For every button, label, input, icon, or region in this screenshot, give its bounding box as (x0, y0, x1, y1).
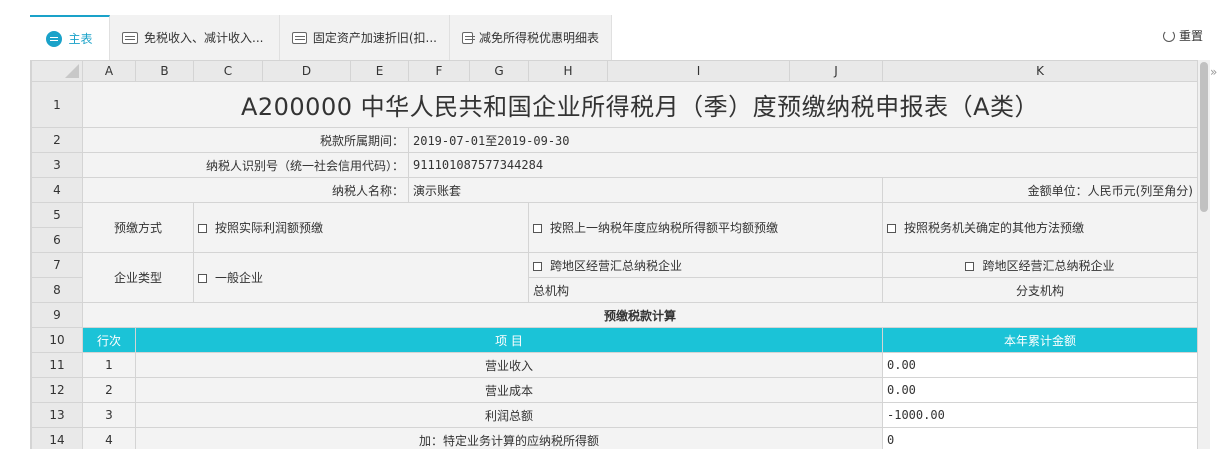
tab-main[interactable]: 主表 (30, 15, 110, 60)
table-row: 11 1 营业收入 0.00 (31, 352, 1198, 378)
amount-cell[interactable]: 0.00 (882, 352, 1198, 378)
period-value: 2019-07-01至2019-09-30 (408, 127, 1198, 153)
line-item: 营业收入 (135, 352, 883, 378)
line-number-header: 行次 (82, 327, 136, 353)
table-row: 13 3 利润总额 -1000.00 (31, 402, 1198, 428)
option-label: 按照实际利润额预缴 (215, 221, 324, 235)
line-number: 3 (82, 402, 136, 428)
sheet-icon (462, 31, 475, 44)
column-header[interactable]: C (193, 60, 263, 82)
column-header[interactable]: A (82, 60, 136, 82)
sheet-icon (46, 30, 63, 47)
sheet-tabs: 主表 免税收入、减计收入... 固定资产加速折旧(扣... 减免所得税优惠明细表 (30, 15, 612, 60)
column-header[interactable]: I (607, 60, 790, 82)
row-header[interactable]: 11 (31, 352, 83, 378)
period-label: 税款所属期间： (82, 127, 409, 153)
row-header[interactable]: 10 (31, 327, 83, 353)
checkbox[interactable] (965, 261, 975, 271)
currency-unit-label: 金额单位：人民币元(列至角分) (882, 177, 1198, 203)
sheet-icon (122, 31, 138, 44)
column-header[interactable]: G (469, 60, 529, 82)
tab-label: 减免所得税优惠明细表 (478, 31, 599, 45)
line-number: 1 (82, 352, 136, 378)
row-header[interactable]: 12 (31, 377, 83, 403)
row-header[interactable]: 3 (31, 152, 83, 178)
scrollbar-thumb[interactable] (1200, 62, 1208, 212)
option-label: 按照上一纳税年度应纳税所得额平均额预缴 (550, 221, 779, 235)
sheet-icon (292, 31, 307, 44)
row-header[interactable]: 2 (31, 127, 83, 153)
enterprise-option-branch[interactable]: 跨地区经营汇总纳税企业 (882, 252, 1198, 278)
column-header[interactable]: F (408, 60, 470, 82)
table-row: 14 4 加：特定业务计算的应纳税所得额 0 (31, 427, 1198, 449)
tab-bar: 主表 免税收入、减计收入... 固定资产加速折旧(扣... 减免所得税优惠明细表… (0, 0, 1223, 60)
row-header[interactable]: 4 (31, 177, 83, 203)
option-label: 按照税务机关确定的其他方法预缴 (904, 221, 1085, 235)
prepay-option-actual-profit[interactable]: 按照实际利润额预缴 (193, 202, 529, 253)
option-label: 跨地区经营汇总纳税企业 (550, 258, 683, 273)
row-header[interactable]: 14 (31, 427, 83, 449)
checkbox[interactable] (533, 261, 542, 271)
line-item: 加：特定业务计算的应纳税所得额 (135, 427, 883, 449)
row-header[interactable]: 9 (31, 302, 83, 328)
column-header[interactable]: E (350, 60, 409, 82)
line-item: 利润总额 (135, 402, 883, 428)
amount-header: 本年累计金额 (882, 327, 1198, 353)
reset-button[interactable]: 重置 (1162, 27, 1203, 44)
tab-label: 免税收入、减计收入... (144, 31, 264, 45)
line-number: 2 (82, 377, 136, 403)
column-header[interactable]: H (528, 60, 608, 82)
option-label: 一般企业 (215, 271, 264, 285)
column-header[interactable]: B (135, 60, 194, 82)
vertical-scrollbar[interactable] (1198, 60, 1210, 449)
section-title: 预缴税款计算 (82, 302, 1198, 328)
row-header[interactable]: 1 (31, 81, 83, 128)
select-all-corner[interactable] (31, 60, 83, 82)
taxid-label: 纳税人识别号（统一社会信用代码）： (82, 152, 409, 178)
column-header[interactable]: K (882, 60, 1198, 82)
option-label: 跨地区经营汇总纳税企业 (982, 258, 1115, 273)
column-header-row: A B C D E F G H I J K (31, 60, 1198, 82)
reset-label: 重置 (1178, 29, 1203, 43)
checkbox[interactable] (198, 274, 207, 283)
tab-main-label: 主表 (68, 32, 93, 46)
taxpayer-name-label: 纳税人名称： (82, 177, 409, 203)
tab-tax-reduction-detail[interactable]: 减免所得税优惠明细表 (450, 15, 612, 60)
form-title: A200000 中华人民共和国企业所得税月（季）度预缴纳税申报表（A类） (82, 81, 1198, 128)
tab-label: 固定资产加速折旧(扣... (312, 31, 437, 45)
checkbox[interactable] (198, 224, 207, 233)
row-header[interactable]: 13 (31, 402, 83, 428)
enterprise-option-general[interactable]: 一般企业 (193, 252, 529, 303)
collapse-panel-icon[interactable]: » (1210, 65, 1217, 79)
hq-label: 总机构 (528, 277, 883, 303)
prepay-method-label: 预缴方式 (82, 202, 194, 253)
amount-cell[interactable]: 0 (882, 427, 1198, 449)
row-header[interactable]: 8 (31, 277, 83, 303)
taxid-value: 911101087577344284 (408, 152, 1198, 178)
row-header[interactable]: 5 (31, 202, 83, 228)
checkbox[interactable] (887, 224, 896, 233)
enterprise-type-label: 企业类型 (82, 252, 194, 303)
prepay-option-last-year-average[interactable]: 按照上一纳税年度应纳税所得额平均额预缴 (528, 202, 883, 253)
refresh-icon (1162, 29, 1175, 42)
column-header[interactable]: D (262, 60, 351, 82)
tab-tax-exempt-income[interactable]: 免税收入、减计收入... (110, 15, 280, 60)
taxpayer-name-value: 演示账套 (408, 177, 883, 203)
line-number: 4 (82, 427, 136, 449)
amount-cell[interactable]: -1000.00 (882, 402, 1198, 428)
table-row: 12 2 营业成本 0.00 (31, 377, 1198, 403)
column-header[interactable]: J (789, 60, 883, 82)
checkbox[interactable] (533, 224, 542, 233)
row-header[interactable]: 6 (31, 227, 83, 253)
spreadsheet[interactable]: A B C D E F G H I J K 1 A200000 中华人民共和国企… (30, 60, 1198, 449)
enterprise-option-hq[interactable]: 跨地区经营汇总纳税企业 (528, 252, 883, 278)
line-item: 营业成本 (135, 377, 883, 403)
prepay-option-other-method[interactable]: 按照税务机关确定的其他方法预缴 (882, 202, 1198, 253)
row-header[interactable]: 7 (31, 252, 83, 278)
tab-fixed-asset-depreciation[interactable]: 固定资产加速折旧(扣... (280, 15, 450, 60)
amount-cell[interactable]: 0.00 (882, 377, 1198, 403)
item-header: 项 目 (135, 327, 883, 353)
branch-label: 分支机构 (882, 277, 1198, 303)
